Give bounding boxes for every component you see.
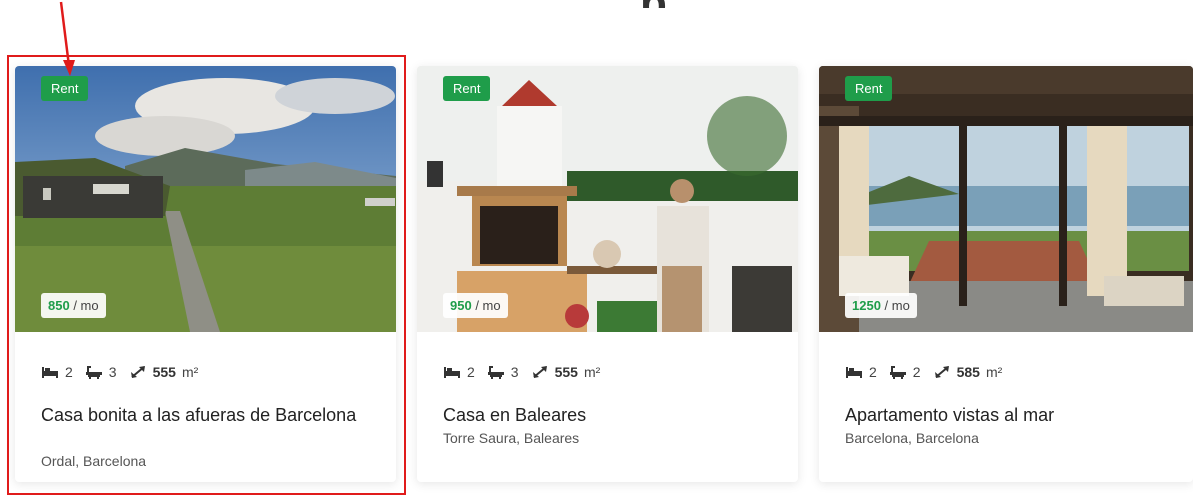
bed-icon — [846, 367, 862, 378]
listing-title[interactable]: Casa en Baleares — [443, 404, 773, 427]
bed-icon — [444, 367, 460, 378]
price-tag: 1250 / mo — [845, 293, 917, 318]
area-unit: m² — [985, 364, 1003, 380]
rent-badge: Rent — [443, 76, 491, 101]
area-value: 555 — [554, 364, 578, 380]
price-amount: 1250 — [852, 298, 881, 313]
bedrooms-count: 2 — [869, 364, 877, 380]
price-amount: 950 — [450, 298, 472, 313]
annotation-arrow-icon — [59, 1, 75, 76]
listing-card[interactable]: Rent 950 / mo 2 3 555 m² Casa en Baleare… — [417, 66, 798, 482]
listing-features: 2 2 585 m² — [845, 364, 1002, 380]
area-icon — [532, 366, 547, 378]
listing-location: Barcelona, Barcelona — [845, 430, 979, 446]
bath-icon — [889, 366, 906, 379]
price-tag: 950 / mo — [443, 293, 508, 318]
bathrooms-count: 3 — [510, 364, 519, 380]
section-heading: p — [640, 0, 676, 8]
bathrooms-count: 2 — [912, 364, 921, 380]
listing-photo[interactable]: Rent 950 / mo — [417, 66, 798, 332]
price-unit: / mo — [884, 298, 910, 313]
area-unit: m² — [583, 364, 601, 380]
rent-badge: Rent — [845, 76, 893, 101]
area-value: 585 — [956, 364, 980, 380]
price-unit: / mo — [475, 298, 501, 313]
listing-photo[interactable]: Rent 1250 / mo — [819, 66, 1193, 332]
bedrooms-count: 2 — [467, 364, 475, 380]
bath-icon — [487, 366, 504, 379]
listing-card[interactable]: Rent 1250 / mo 2 2 585 m² Apartamento vi… — [819, 66, 1193, 482]
listing-title[interactable]: Apartamento vistas al mar — [845, 404, 1175, 427]
highlight-frame — [7, 55, 406, 495]
listing-location: Torre Saura, Baleares — [443, 430, 580, 446]
listing-features: 2 3 555 m² — [443, 364, 600, 380]
area-icon — [934, 366, 949, 378]
